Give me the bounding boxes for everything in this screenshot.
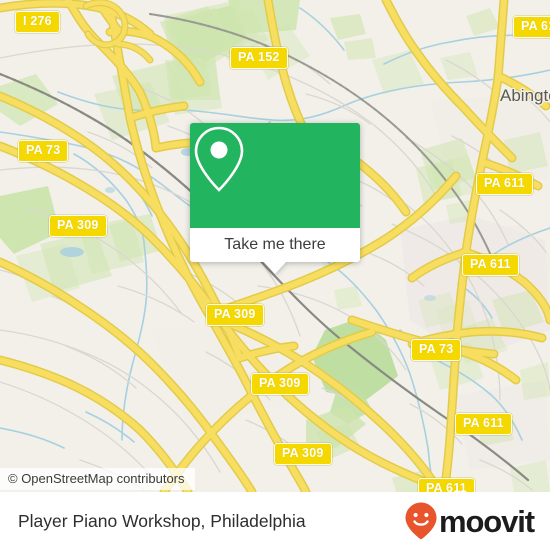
road-shield: PA 309 bbox=[206, 304, 264, 326]
map-canvas[interactable]: I 276 PA 152 PA 611 PA 73 PA 611 PA 309 … bbox=[0, 0, 550, 492]
map-screenshot: I 276 PA 152 PA 611 PA 73 PA 611 PA 309 … bbox=[0, 0, 550, 550]
moovit-logo[interactable]: moovit bbox=[404, 501, 550, 541]
road-shield: PA 73 bbox=[18, 140, 69, 162]
road-shield: PA 611 bbox=[513, 16, 550, 38]
road-shield: PA 309 bbox=[251, 373, 309, 395]
popup-tail bbox=[264, 262, 286, 274]
location-title: Player Piano Workshop, Philadelphia bbox=[18, 510, 306, 531]
place-label-abington: Abington bbox=[500, 86, 550, 105]
moovit-wordmark: moovit bbox=[438, 503, 535, 539]
road-shield: PA 309 bbox=[274, 443, 332, 465]
map-attribution[interactable]: © OpenStreetMap contributors bbox=[0, 468, 195, 490]
road-shield: PA 309 bbox=[49, 215, 107, 237]
road-shield: PA 611 bbox=[462, 254, 519, 276]
road-shield: PA 611 bbox=[476, 173, 533, 195]
take-me-there-label: Take me there bbox=[224, 236, 326, 253]
map-pin-icon bbox=[194, 126, 244, 192]
road-shield: PA 152 bbox=[230, 47, 288, 69]
road-shield: I 276 bbox=[15, 11, 60, 33]
moovit-smiley-pin-icon bbox=[405, 502, 437, 540]
location-popup[interactable]: Take me there bbox=[190, 123, 360, 274]
road-shield: PA 611 bbox=[418, 478, 475, 492]
road-shield: PA 73 bbox=[411, 339, 462, 361]
popup-header bbox=[190, 123, 360, 228]
footer-bar: Player Piano Workshop, Philadelphia moov… bbox=[0, 492, 550, 550]
road-shield: PA 611 bbox=[455, 413, 512, 435]
take-me-there-button[interactable]: Take me there bbox=[190, 228, 360, 262]
